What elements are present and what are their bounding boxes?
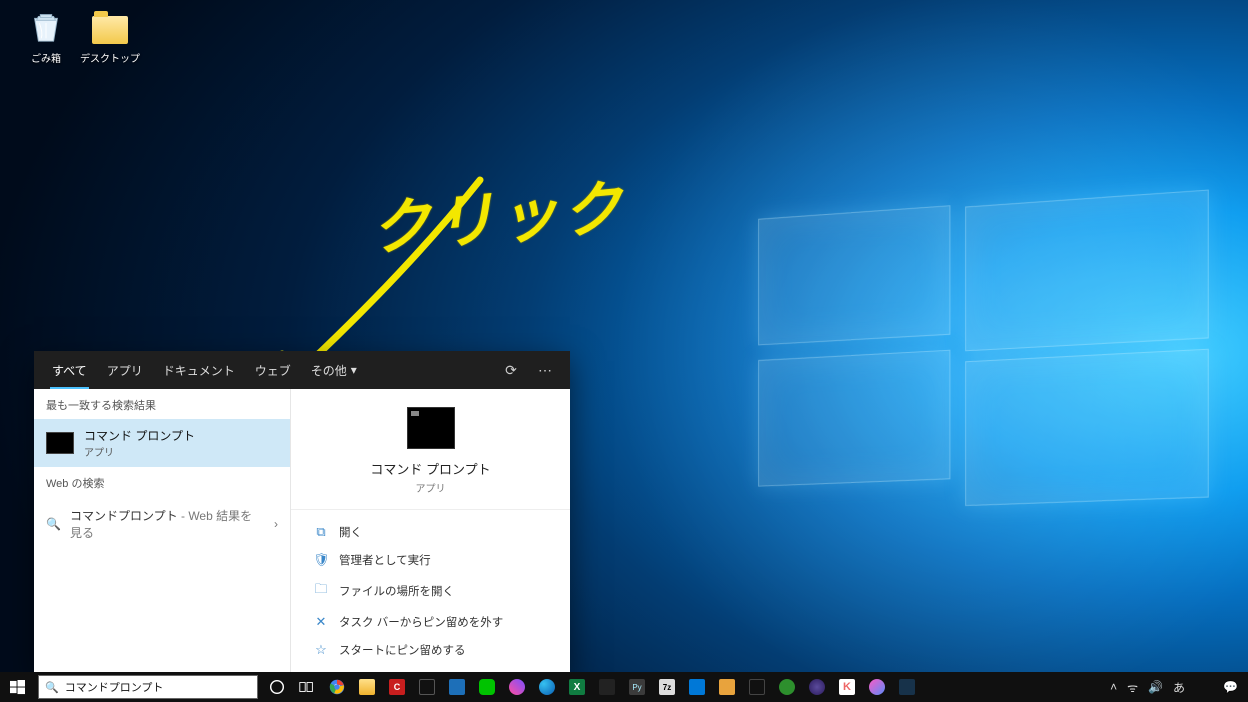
desktop-icon-label: ごみ箱 (16, 50, 76, 65)
search-icon: 🔍 (46, 517, 60, 531)
app-icon[interactable] (772, 672, 802, 702)
shield-icon: 🛡 (313, 552, 329, 568)
system-tray: ˄ ᯤ 🔊 あ 💬 (1100, 679, 1248, 696)
action-unpin-taskbar[interactable]: ✕タスク バーからピン留めを外す (311, 608, 550, 636)
recycle-bin-icon (26, 6, 66, 46)
app-icon[interactable] (502, 672, 532, 702)
7zip-icon[interactable]: 7z (652, 672, 682, 702)
app-icon[interactable]: C (382, 672, 412, 702)
action-pin-start[interactable]: ☆スタートにピン留めする (311, 636, 550, 664)
web-result-text: コマンドプロンプト - Web 結果を見る (70, 507, 264, 541)
desktop-icon-label: デスクトップ (80, 50, 140, 65)
chrome-icon[interactable] (322, 672, 352, 702)
tab-documents[interactable]: ドキュメント (153, 351, 245, 389)
start-button[interactable] (0, 672, 34, 702)
folder-open-icon: 🗀 (313, 580, 329, 602)
volume-icon[interactable]: 🔊 (1148, 680, 1163, 694)
pin-icon: ☆ (313, 642, 329, 658)
taskbar: 🔍 C X Py 7z K ˄ ᯤ 🔊 あ 💬 (0, 672, 1248, 702)
windows-logo-art (758, 196, 1214, 504)
search-details-right: コマンド プロンプト アプリ ⧉開く 🛡管理者として実行 🗀ファイルの場所を開く… (290, 389, 570, 672)
vscode-icon[interactable] (682, 672, 712, 702)
ime-indicator[interactable]: あ (1173, 679, 1185, 696)
tray-overflow-icon[interactable]: ˄ (1110, 680, 1117, 694)
open-icon: ⧉ (313, 524, 329, 540)
desktop-icon-folder[interactable]: デスクトップ (80, 6, 140, 65)
cortana-icon[interactable] (262, 672, 292, 702)
tab-web[interactable]: ウェブ (245, 351, 301, 389)
chevron-right-icon: › (274, 517, 278, 531)
more-options-icon[interactable]: ⋯ (528, 362, 562, 379)
web-search-result[interactable]: 🔍 コマンドプロンプト - Web 結果を見る › (34, 497, 290, 551)
taskbar-search-box[interactable]: 🔍 (38, 675, 258, 699)
app-icon[interactable] (442, 672, 472, 702)
tab-more[interactable]: その他▾ (301, 351, 367, 389)
taskbar-search-input[interactable] (65, 681, 251, 693)
action-open-file-location[interactable]: 🗀ファイルの場所を開く (311, 574, 550, 608)
app-icon[interactable] (412, 672, 442, 702)
itunes-icon[interactable] (862, 672, 892, 702)
app-icon[interactable]: K (832, 672, 862, 702)
details-title: コマンド プロンプト (311, 459, 550, 478)
best-match-result[interactable]: コマンド プロンプト アプリ (34, 419, 290, 467)
chevron-down-icon: ▾ (351, 363, 357, 377)
desktop-icon-recycle-bin[interactable]: ごみ箱 (16, 6, 76, 65)
tab-apps[interactable]: アプリ (97, 351, 153, 389)
windows-icon (10, 680, 25, 695)
line-icon[interactable] (472, 672, 502, 702)
taskbar-app-icons: C X Py 7z K (262, 672, 922, 702)
edge-icon[interactable] (532, 672, 562, 702)
app-icon[interactable] (892, 672, 922, 702)
app-icon[interactable] (742, 672, 772, 702)
excel-icon[interactable]: X (562, 672, 592, 702)
cmd-large-icon (407, 407, 455, 449)
app-icon[interactable] (802, 672, 832, 702)
cmd-icon (46, 432, 74, 454)
search-results-left: 最も一致する検索結果 コマンド プロンプト アプリ Web の検索 🔍 コマンド… (34, 389, 290, 672)
app-icon[interactable] (712, 672, 742, 702)
unpin-icon: ✕ (313, 614, 329, 630)
web-search-header: Web の検索 (34, 467, 290, 497)
task-view-icon[interactable] (292, 672, 322, 702)
start-search-panel: すべて アプリ ドキュメント ウェブ その他▾ ⟳ ⋯ 最も一致する検索結果 コ… (34, 351, 570, 672)
action-run-as-admin[interactable]: 🛡管理者として実行 (311, 546, 550, 574)
folder-icon (90, 6, 130, 46)
feedback-icon[interactable]: ⟳ (494, 362, 528, 379)
best-match-title: コマンド プロンプト (84, 427, 195, 444)
file-explorer-icon[interactable] (352, 672, 382, 702)
action-center-icon[interactable]: 💬 (1223, 680, 1238, 694)
best-match-header: 最も一致する検索結果 (34, 389, 290, 419)
network-icon[interactable]: ᯤ (1127, 679, 1138, 696)
details-subtitle: アプリ (311, 480, 550, 495)
best-match-subtitle: アプリ (84, 444, 195, 459)
search-icon: 🔍 (45, 681, 59, 694)
app-icon[interactable]: Py (622, 672, 652, 702)
app-icon[interactable] (592, 672, 622, 702)
tab-all[interactable]: すべて (42, 351, 97, 389)
action-open[interactable]: ⧉開く (311, 518, 550, 546)
search-tabs: すべて アプリ ドキュメント ウェブ その他▾ ⟳ ⋯ (34, 351, 570, 389)
